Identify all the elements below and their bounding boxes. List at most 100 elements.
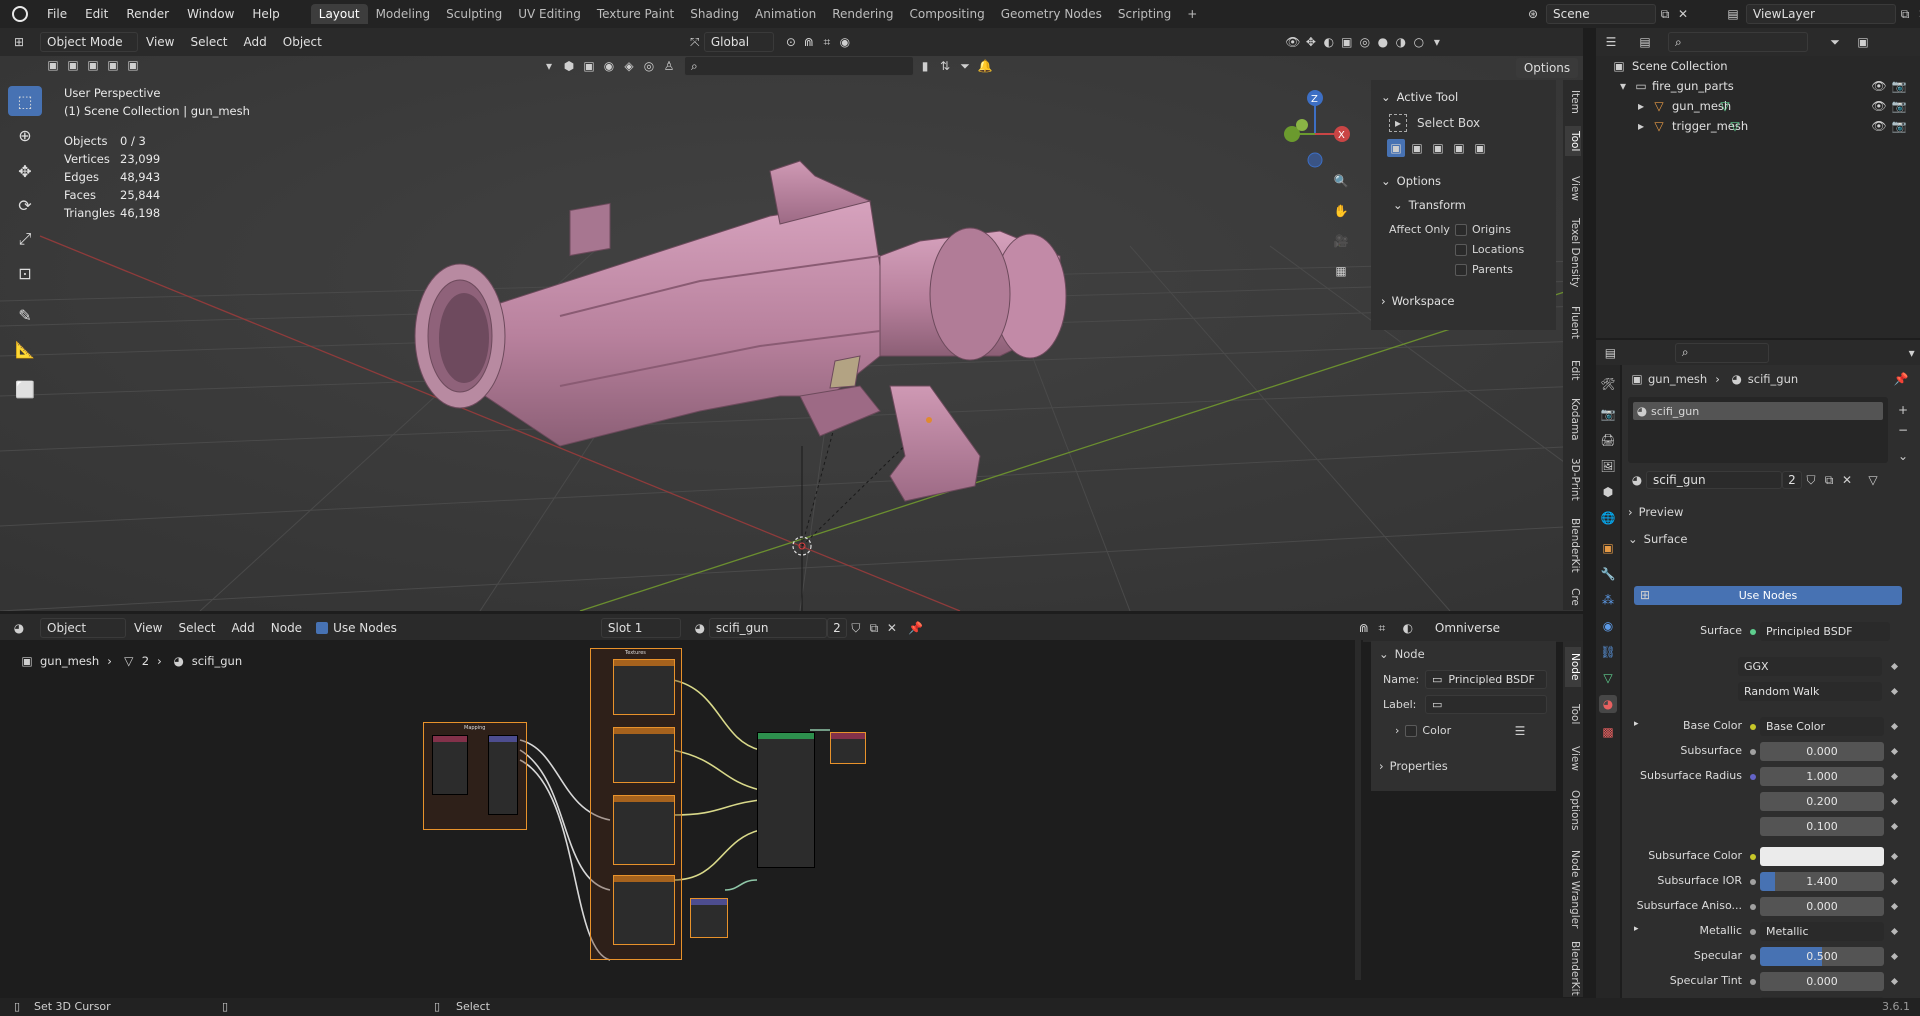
tab-view[interactable]: View (1565, 172, 1581, 204)
use-nodes-button[interactable]: ⊞ Use Nodes (1634, 586, 1902, 605)
socket-icon[interactable] (1750, 929, 1756, 935)
locations-checkbox[interactable]: Locations (1455, 243, 1524, 256)
socket-icon[interactable] (1750, 724, 1756, 730)
tab-tool[interactable]: Tool (1565, 126, 1581, 156)
origins-checkbox[interactable]: Origins (1455, 223, 1511, 236)
snap-target-icon[interactable]: ⌗ (818, 33, 836, 51)
unlink-icon[interactable]: ✕ (883, 619, 901, 637)
tab-geometry-nodes[interactable]: Geometry Nodes (993, 4, 1110, 24)
workspace-header[interactable]: › Workspace (1371, 289, 1556, 313)
unlink-material-icon[interactable]: ✕ (1838, 471, 1856, 489)
node-menu-add[interactable]: Add (224, 621, 263, 635)
property-value-field[interactable]: 0.500 (1760, 947, 1884, 966)
tab-sculpting[interactable]: Sculpting (438, 4, 510, 24)
render-tab-icon[interactable]: 📷 (1599, 405, 1617, 423)
physics-tab-icon[interactable]: ◉ (1599, 617, 1617, 635)
expand-icon[interactable]: ▸ (1634, 719, 1639, 729)
keyframe-icon[interactable] (1890, 822, 1899, 831)
tab-node-view[interactable]: View (1565, 741, 1581, 775)
eye-icon[interactable]: 👁 (1870, 117, 1888, 135)
display-mode-icon[interactable]: ▤ (1636, 33, 1654, 51)
pin-icon[interactable]: 📌 (907, 619, 925, 637)
shading-rendered-icon[interactable]: ○ (1410, 33, 1428, 51)
outliner-search-input[interactable]: ⌕ (1668, 32, 1808, 52)
viewport-menu-add[interactable]: Add (236, 35, 275, 49)
scene-tab-icon[interactable]: ⬢ (1599, 483, 1617, 501)
mapping-node[interactable] (488, 735, 518, 815)
pin-icon[interactable]: 📌 (1892, 370, 1910, 388)
bookmark-icon[interactable]: ▮ (916, 57, 934, 75)
object-type-icon[interactable]: ⬢ (560, 57, 578, 75)
mode-extend-icon[interactable]: ▣ (1408, 139, 1426, 157)
new-scene-icon[interactable]: ⧉ (1656, 5, 1674, 23)
expand-arrow-icon[interactable]: ▸ (1632, 97, 1650, 115)
camera-render-icon[interactable]: 📷 (1890, 77, 1908, 95)
pan-hand-icon[interactable]: ✋ (1332, 202, 1350, 220)
node-overlay-icon[interactable]: ◐ (1399, 619, 1417, 637)
socket-icon[interactable] (1750, 904, 1756, 910)
keyframe-icon[interactable] (1890, 662, 1899, 671)
select-subtract-icon[interactable]: ▣ (84, 56, 102, 74)
node-menu-select[interactable]: Select (170, 621, 223, 635)
tab-animation[interactable]: Animation (747, 4, 824, 24)
property-value-field[interactable]: Base Color (1760, 717, 1884, 736)
property-value-field[interactable]: 0.000 (1760, 742, 1884, 761)
keyframe-icon[interactable] (1890, 977, 1899, 986)
image-texture-node[interactable] (613, 659, 675, 715)
node-properties-header[interactable]: › Properties (1379, 759, 1448, 773)
expand-icon[interactable]: ▸ (1634, 924, 1639, 934)
camera-render-icon[interactable]: 📷 (1890, 97, 1908, 115)
mesh-filter-icon[interactable]: ▣ (580, 57, 598, 75)
tab-scripting[interactable]: Scripting (1110, 4, 1179, 24)
node-menu-node[interactable]: Node (263, 621, 310, 635)
empty-filter-icon[interactable]: ◎ (640, 57, 658, 75)
node-material-field[interactable]: scifi_gun (708, 618, 827, 638)
distribution-dropdown[interactable]: GGX (1738, 657, 1882, 676)
texture-tab-icon[interactable]: ▩ (1599, 723, 1617, 741)
overlay-icon[interactable]: ◐ (1320, 33, 1338, 51)
tool-rotate[interactable]: ⟳ (8, 190, 42, 220)
select-intersect-icon[interactable]: ▣ (124, 56, 142, 74)
users-count[interactable]: 2 (1782, 471, 1802, 489)
duplicate-material-icon[interactable]: ⧉ (1820, 471, 1838, 489)
list-icon[interactable]: ☰ (1511, 722, 1529, 740)
expand-arrow-icon[interactable]: ▸ (1632, 117, 1650, 135)
menu-window[interactable]: Window (178, 7, 243, 21)
world-tab-icon[interactable]: 🌐 (1599, 509, 1617, 527)
active-tool-row[interactable]: ▸ Select Box (1371, 109, 1556, 137)
proportional-edit-icon[interactable]: ◉ (836, 33, 854, 51)
tool-select-box[interactable]: ⬚ (8, 86, 42, 116)
view-layer-selector[interactable]: ▤ ViewLayer ⧉ ✕ (1724, 4, 1920, 24)
keyframe-icon[interactable] (1890, 772, 1899, 781)
property-value-field[interactable]: 1.000 (1760, 767, 1884, 786)
shading-solid-icon[interactable]: ● (1374, 33, 1392, 51)
mesh-data-icon[interactable]: ▽ (1726, 117, 1744, 135)
textures-frame[interactable]: Textures (590, 648, 682, 960)
camera-render-icon[interactable]: 📷 (1890, 117, 1908, 135)
scene-field[interactable]: Scene (1546, 4, 1656, 24)
socket-icon[interactable] (1750, 979, 1756, 985)
snap-target-icon[interactable]: ⌗ (1373, 619, 1391, 637)
shading-wireframe-icon[interactable]: ◎ (1356, 33, 1374, 51)
image-texture-node[interactable] (613, 795, 675, 865)
normal-map-node[interactable] (690, 898, 728, 938)
options-header[interactable]: ⌄ Options (1371, 169, 1556, 193)
surface-shader-field[interactable]: Principled BSDF (1760, 622, 1890, 641)
eye-icon[interactable]: 👁 (1870, 77, 1888, 95)
mode-difference-icon[interactable]: ▣ (1450, 139, 1468, 157)
node-color-toggle[interactable]: › Color (1395, 724, 1451, 737)
tab-edit[interactable]: Edit (1565, 356, 1581, 384)
browse-material-icon[interactable]: ◕ (1628, 471, 1646, 489)
property-value-field[interactable]: 1.400 (1760, 872, 1884, 891)
node-label-field[interactable]: ▭ (1425, 695, 1547, 714)
tab-texture-paint[interactable]: Texture Paint (589, 4, 682, 24)
notification-bell-icon[interactable]: 🔔 (976, 57, 994, 75)
blender-logo-icon[interactable] (12, 6, 28, 22)
transform-header[interactable]: ⌄ Transform (1371, 193, 1556, 217)
output-tab-icon[interactable]: 🖨 (1599, 431, 1617, 449)
slot-menu-icon[interactable]: ⌄ (1894, 447, 1912, 465)
tool-measure[interactable]: 📐 (8, 334, 42, 364)
tab-item[interactable]: Item (1565, 86, 1581, 118)
sort-icon[interactable]: ⇅ (936, 57, 954, 75)
tool-transform[interactable]: ⊡ (8, 258, 42, 288)
